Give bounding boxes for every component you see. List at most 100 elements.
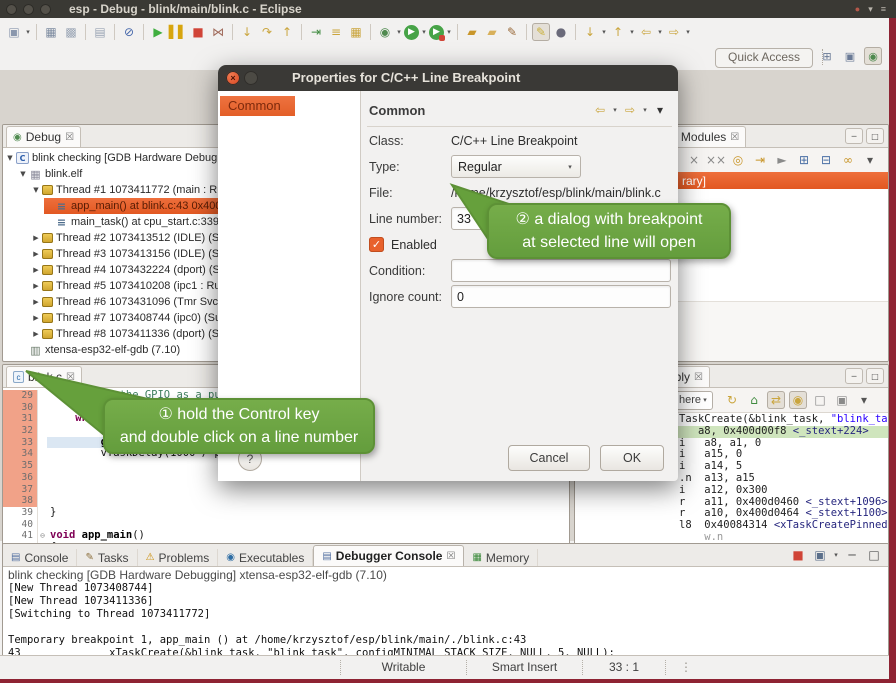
- load-symbols-icon[interactable]: ◎: [729, 151, 747, 169]
- tree-row[interactable]: ▼Cblink checking [GDB Hardware Debug: [3, 150, 219, 166]
- pin-editor-icon[interactable]: ●: [552, 23, 570, 41]
- editor-line[interactable]: 39}: [3, 507, 569, 519]
- select-module-icon[interactable]: ►: [773, 151, 791, 169]
- enabled-checkbox[interactable]: ✓: [369, 237, 384, 252]
- chevron-down-icon[interactable]: ▾: [24, 28, 32, 36]
- debug-perspective-icon[interactable]: ◉: [864, 47, 882, 65]
- build-icon[interactable]: ▤: [91, 23, 109, 41]
- line-number[interactable]: 31: [3, 413, 37, 425]
- show-debug-context-icon[interactable]: ≡: [327, 23, 345, 41]
- tree-row[interactable]: ▥xtensa-esp32-elf-gdb (7.10): [3, 342, 219, 358]
- tree-row[interactable]: ▶Thread #3 1073413156 (IDLE) (Susp: [3, 246, 219, 262]
- maximize-panel-icon[interactable]: □: [865, 546, 883, 564]
- close-icon[interactable]: ☒: [65, 132, 74, 143]
- forward-icon[interactable]: ⇨: [621, 101, 639, 119]
- expander-icon[interactable]: ▼: [18, 170, 28, 178]
- tab-blink-c[interactable]: c blink.c ☒: [6, 366, 82, 387]
- expander-icon[interactable]: ▶: [31, 234, 41, 242]
- ignore-count-input[interactable]: [451, 285, 671, 308]
- tab-tasks[interactable]: ✎Tasks: [77, 549, 137, 566]
- stack-frame-row-selected[interactable]: ≡app_main() at blink.c:43 0x400dbc: [3, 198, 219, 214]
- expander-icon[interactable]: ▶: [31, 282, 41, 290]
- chevron-down-icon[interactable]: ▾: [628, 28, 636, 36]
- line-number[interactable]: 30: [3, 402, 37, 414]
- last-edit-location-icon[interactable]: ↓: [581, 23, 599, 41]
- display-console-icon[interactable]: ▣: [811, 546, 829, 564]
- step-over-icon[interactable]: ↷: [258, 23, 276, 41]
- terminate-icon[interactable]: ■: [189, 23, 207, 41]
- line-number[interactable]: 41: [3, 530, 37, 542]
- dialog-minimize-button[interactable]: [244, 71, 258, 85]
- disassembly-row[interactable]: l8 0x40084314 <xTaskCreatePinned: [575, 520, 888, 532]
- chevron-down-icon[interactable]: ▾: [832, 551, 840, 559]
- open-perspective-icon[interactable]: ⊞: [818, 47, 836, 65]
- window-minimize-button[interactable]: [23, 4, 34, 15]
- tab-problems[interactable]: ⚠Problems: [138, 549, 219, 566]
- minimize-panel-icon[interactable]: ─: [843, 546, 861, 564]
- window-close-button[interactable]: [6, 4, 17, 15]
- close-icon[interactable]: ☒: [730, 132, 739, 143]
- sync-selection-icon[interactable]: ⇄: [767, 391, 785, 409]
- line-number[interactable]: 29: [3, 390, 37, 402]
- status-overflow[interactable]: ⋮: [665, 660, 706, 675]
- expander-icon[interactable]: ▶: [31, 298, 41, 306]
- fold-icon[interactable]: ⊖: [37, 530, 47, 542]
- chevron-down-icon[interactable]: ▾: [600, 28, 608, 36]
- tab-debug[interactable]: ◉ Debug ☒: [6, 126, 81, 147]
- cancel-button[interactable]: Cancel: [508, 445, 590, 471]
- close-icon[interactable]: ☒: [694, 372, 703, 383]
- quick-access-button[interactable]: Quick Access: [715, 48, 813, 68]
- console-output[interactable]: blink checking [GDB Hardware Debugging] …: [3, 567, 888, 656]
- chevron-down-icon[interactable]: ▾: [611, 106, 619, 114]
- expander-icon[interactable]: ▼: [31, 186, 41, 194]
- minimize-icon[interactable]: ─: [845, 128, 863, 144]
- remove-module-icon[interactable]: ×: [685, 151, 703, 169]
- disassembly-row[interactable]: w.n: [575, 532, 888, 544]
- view-menu-icon[interactable]: ▾: [855, 391, 873, 409]
- load-all-symbols-icon[interactable]: ⇥: [751, 151, 769, 169]
- run-icon[interactable]: ▶: [404, 25, 419, 40]
- track-expression-icon[interactable]: ◉: [789, 391, 807, 409]
- tree-row[interactable]: ▶Thread #4 1073432224 (dport) (Sus: [3, 262, 219, 278]
- remove-all-modules-icon[interactable]: ××: [707, 151, 725, 169]
- external-tools-icon[interactable]: ▶: [429, 25, 444, 40]
- line-number[interactable]: 39: [3, 507, 37, 519]
- tree-row[interactable]: ▶Thread #8 1073411336 (dport) (Sus: [3, 326, 219, 342]
- line-number[interactable]: 40: [3, 519, 37, 531]
- mark-occurrences-icon[interactable]: ✎: [532, 23, 550, 41]
- maximize-icon[interactable]: □: [866, 128, 884, 144]
- terminate-console-icon[interactable]: ■: [789, 546, 807, 564]
- minimize-icon[interactable]: ─: [845, 368, 863, 384]
- save-all-icon[interactable]: ▩: [62, 23, 80, 41]
- editor-line[interactable]: 40: [3, 519, 569, 531]
- expander-icon[interactable]: ▼: [5, 154, 15, 162]
- expander-icon[interactable]: ▶: [31, 330, 41, 338]
- tab-console[interactable]: ▤Console: [3, 549, 77, 566]
- view-menu-icon[interactable]: ▾: [861, 151, 879, 169]
- expander-icon[interactable]: ▶: [31, 314, 41, 322]
- editor-line[interactable]: 41⊖void app_main(): [3, 530, 569, 542]
- debug-icon[interactable]: ◉: [376, 23, 394, 41]
- close-icon[interactable]: ☒: [66, 372, 75, 383]
- window-titlebar[interactable]: esp - Debug - blink/main/blink.c - Eclip…: [0, 0, 896, 18]
- chevron-down-icon[interactable]: ▾: [395, 28, 403, 36]
- open-resource-icon[interactable]: ▰: [483, 23, 501, 41]
- tree-row[interactable]: ▶Thread #2 1073413512 (IDLE) (Susp: [3, 230, 219, 246]
- dialog-close-button[interactable]: ×: [226, 71, 240, 85]
- chevron-down-icon[interactable]: ▾: [420, 28, 428, 36]
- chevron-down-icon[interactable]: ▾: [684, 28, 692, 36]
- condition-input[interactable]: [451, 259, 671, 282]
- open-new-view-icon[interactable]: □: [811, 391, 829, 409]
- disconnect-icon[interactable]: ⋈: [209, 23, 227, 41]
- step-into-icon[interactable]: ↓: [238, 23, 256, 41]
- editor-line[interactable]: 38: [3, 495, 569, 507]
- line-number[interactable]: 38: [3, 495, 37, 507]
- tab-executables[interactable]: ◉Executables: [218, 549, 313, 566]
- line-number[interactable]: 37: [3, 484, 37, 496]
- annotate-icon[interactable]: ✎: [503, 23, 521, 41]
- ok-button[interactable]: OK: [600, 445, 664, 471]
- collapse-all-icon[interactable]: ⊟: [817, 151, 835, 169]
- new-wizard-icon[interactable]: ▣: [5, 23, 23, 41]
- tree-row[interactable]: ▶Thread #7 1073408744 (ipc0) (Susp: [3, 310, 219, 326]
- view-menu-icon[interactable]: ▾: [651, 101, 669, 119]
